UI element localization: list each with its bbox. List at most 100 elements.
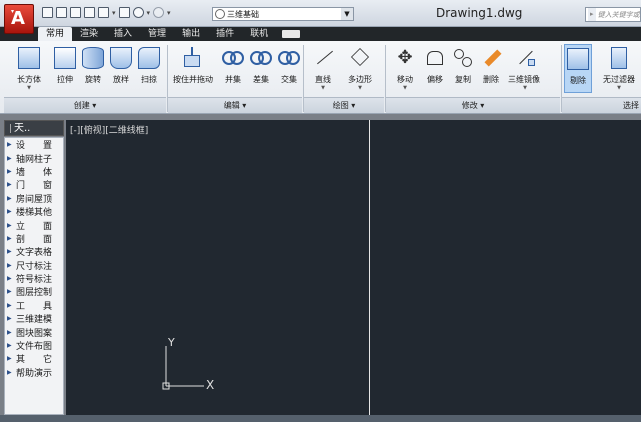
sidebar-item-label: 楼梯其他	[16, 208, 53, 219]
sidebar-item-walls[interactable]: ▶ 墙 体	[5, 165, 63, 178]
sidebar-item-label: 帮助演示	[16, 368, 53, 379]
offset-label: 偏移	[427, 75, 443, 84]
revolve-icon	[82, 47, 104, 69]
presspull-button[interactable]: 按住并拖动	[173, 47, 213, 85]
offset-button[interactable]: 偏移	[422, 47, 448, 85]
sidebar-item-symbols[interactable]: ▶ 符号标注	[5, 272, 63, 285]
tangent-panel-header[interactable]: ǀ 天..	[4, 120, 64, 136]
redo-icon[interactable]	[153, 7, 165, 18]
union-icon	[222, 47, 244, 69]
no-filter-label: 无过滤器	[603, 75, 635, 84]
sidebar-item-label: 房间屋顶	[16, 194, 53, 205]
subtract-button[interactable]: 差集	[248, 47, 274, 85]
expand-triangle-icon: ▶	[7, 315, 12, 323]
sidebar-item-blocks-patterns[interactable]: ▶ 图块图案	[5, 325, 63, 339]
tab-online[interactable]: 联机	[242, 27, 276, 41]
search-expand-icon[interactable]: ▸	[588, 8, 596, 21]
expand-triangle-icon: ▶	[7, 234, 12, 242]
sidebar-item-other[interactable]: ▶ 其 它	[5, 352, 63, 365]
loft-label: 放样	[113, 75, 129, 84]
union-label: 并集	[225, 75, 241, 84]
extrude-label: 拉伸	[57, 75, 73, 84]
copy-icon	[452, 47, 474, 69]
sidebar-item-help-demo[interactable]: ▶ 帮助演示	[5, 366, 63, 379]
sidebar-item-label: 门 窗	[16, 181, 53, 192]
group-edit[interactable]: 编辑 ▾	[168, 97, 302, 113]
sweep-button[interactable]: 扫掠	[136, 47, 162, 85]
group-modify[interactable]: 修改 ▾	[386, 97, 560, 113]
polygon-button[interactable]: 多边形 ▼	[347, 47, 373, 91]
sidebar-item-tools[interactable]: ▶ 工 具	[5, 299, 63, 312]
sidebar-item-label: 其 它	[16, 355, 53, 366]
tab-output[interactable]: 输出	[174, 27, 208, 41]
mirror3d-label: 三维镜像	[508, 75, 540, 84]
search-input[interactable]: ▸ 键入关键字或短语	[585, 7, 641, 22]
sidebar-item-doors-windows[interactable]: ▶ 门 窗	[5, 178, 63, 191]
application-menu-button[interactable]: A ▾	[4, 4, 34, 34]
extrude-button[interactable]: 拉伸	[52, 47, 78, 85]
new-file-icon[interactable]	[42, 7, 53, 18]
loft-icon	[110, 47, 132, 69]
sidebar-item-3d-modeling[interactable]: ▶ 三维建模	[5, 312, 63, 325]
dropdown-arrow-icon[interactable]: ▾	[112, 9, 116, 17]
chevron-down-icon: ▼	[403, 85, 407, 91]
sidebar-item-layer-control[interactable]: ▶ 图层控制	[5, 285, 63, 298]
ribbon-panel: 长方体 ▼ 拉伸 旋转 放样 扫掠 创建 ▾ 按住并拖动 并集 差集 交集 编辑…	[0, 41, 641, 114]
tab-home[interactable]: 常用	[38, 27, 73, 41]
save-as-icon[interactable]	[84, 7, 95, 18]
group-draw[interactable]: 绘图 ▾	[304, 97, 384, 113]
redo-dropdown-icon[interactable]: ▾	[167, 9, 171, 17]
revolve-button[interactable]: 旋转	[80, 47, 106, 85]
sidebar-item-dimensions[interactable]: ▶ 尺寸标注	[5, 259, 63, 272]
tab-manage[interactable]: 管理	[140, 27, 174, 41]
copy-button[interactable]: 复制	[450, 47, 476, 85]
save-icon[interactable]	[70, 7, 81, 18]
sidebar-item-grid-columns[interactable]: ▶ 轴网柱子	[5, 151, 63, 165]
undo-icon[interactable]	[132, 7, 144, 18]
viewport-controls-label[interactable]: [-][俯视][二维线框]	[70, 123, 148, 136]
sidebar-item-label: 图块图案	[16, 328, 53, 339]
sidebar-item-settings[interactable]: ▶ 设 置	[5, 138, 63, 151]
sidebar-item-rooms-roofs[interactable]: ▶ 房间屋顶	[5, 192, 63, 205]
undo-dropdown-icon[interactable]: ▾	[147, 9, 151, 17]
presspull-label: 按住并拖动	[173, 75, 213, 84]
erase-button[interactable]: 删除	[478, 47, 504, 85]
intersect-button[interactable]: 交集	[276, 47, 302, 85]
ribbon-minimize-icon[interactable]	[282, 30, 301, 38]
mirror3d-button[interactable]: 三维镜像 ▼	[508, 47, 540, 91]
tab-render[interactable]: 渲染	[72, 27, 106, 41]
cull-button[interactable]: 剔除	[564, 44, 592, 93]
drawing-canvas[interactable]: [-][俯视][二维线框] Y X	[66, 120, 641, 415]
line-button[interactable]: 直线 ▼	[310, 47, 336, 91]
chevron-down-icon[interactable]: ▼	[341, 8, 353, 20]
sidebar-item-section[interactable]: ▶ 剖 面	[5, 232, 63, 245]
sidebar-item-stairs-other[interactable]: ▶ 楼梯其他	[5, 205, 63, 218]
viewport-divider[interactable]	[369, 120, 370, 415]
group-create[interactable]: 创建 ▾	[4, 97, 166, 113]
sidebar-item-elevation[interactable]: ▶ 立 面	[5, 218, 63, 232]
loft-button[interactable]: 放样	[108, 47, 134, 85]
tab-insert[interactable]: 插入	[106, 27, 140, 41]
expand-triangle-icon: ▶	[7, 355, 12, 363]
search-placeholder: 键入关键字或短语	[597, 10, 640, 19]
print-icon[interactable]	[118, 7, 130, 18]
sidebar-item-text-tables[interactable]: ▶ 文字表格	[5, 245, 63, 258]
tab-plugins[interactable]: 插件	[208, 27, 242, 41]
group-select[interactable]: 选择	[562, 97, 641, 113]
sidebar-item-label: 工 具	[16, 301, 53, 312]
sidebar-item-label: 墙 体	[16, 167, 53, 178]
box-button[interactable]: 长方体 ▼	[16, 47, 42, 91]
ucs-y-label: Y	[167, 336, 175, 349]
cull-icon	[567, 48, 589, 70]
sidebar-item-label: 剖 面	[16, 234, 53, 245]
expand-triangle-icon: ▶	[7, 194, 12, 202]
move-button[interactable]: ✥ 移动 ▼	[392, 47, 418, 91]
sidebar-item-file-layout[interactable]: ▶ 文件布图	[5, 339, 63, 352]
publish-icon[interactable]	[98, 7, 109, 18]
open-file-icon[interactable]	[56, 7, 67, 18]
union-button[interactable]: 并集	[220, 47, 246, 85]
copy-label: 复制	[455, 75, 471, 84]
no-filter-button[interactable]: 无过滤器 ▼	[602, 47, 636, 91]
workspace-selector[interactable]: 三维基础 ▼	[212, 7, 354, 21]
sidebar-item-label: 文件布图	[16, 342, 53, 353]
